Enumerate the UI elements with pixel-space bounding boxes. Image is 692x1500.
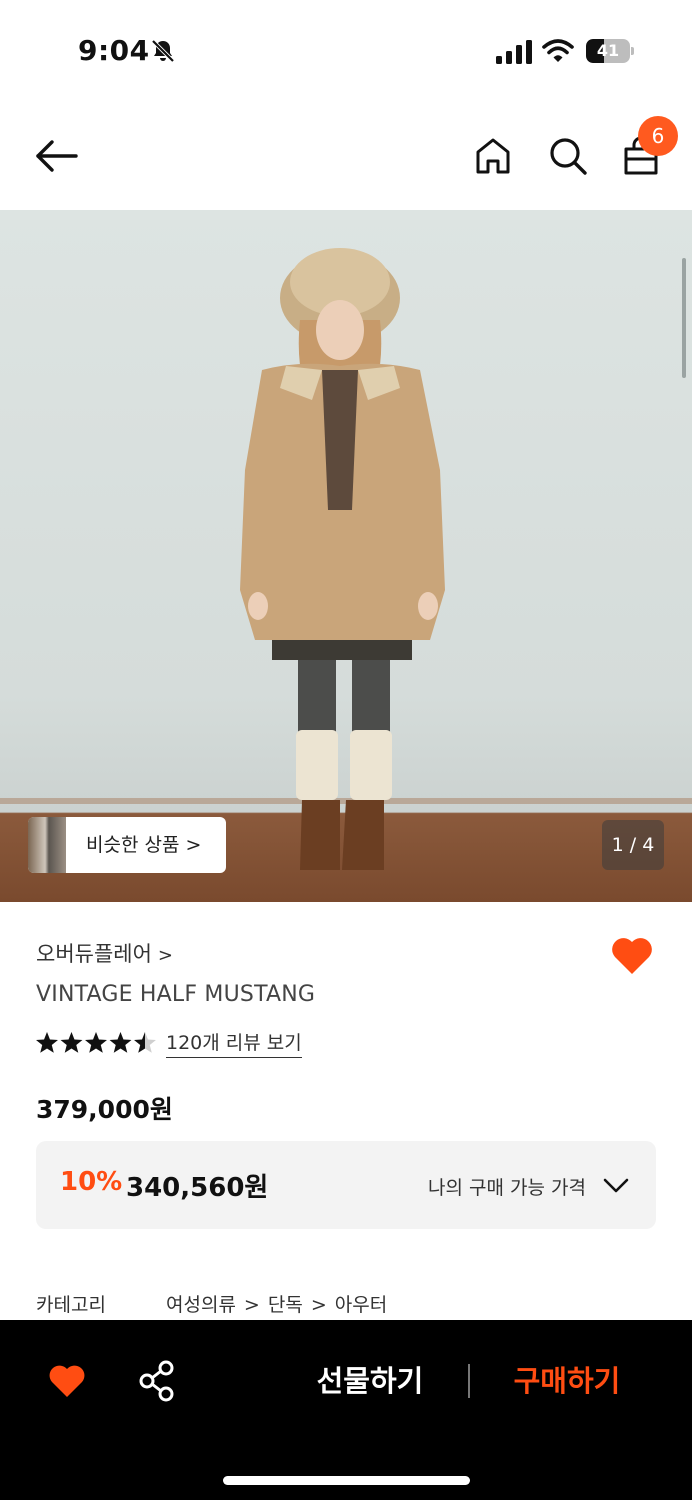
category-label: 카테고리 (36, 1294, 106, 1316)
bottom-action-bar: 선물하기 구매하기 (0, 1320, 692, 1500)
similar-products-button[interactable]: 비슷한 상품 > (28, 817, 226, 873)
gift-button[interactable]: 선물하기 (300, 1358, 440, 1404)
model-photo (0, 248, 692, 870)
share-icon[interactable] (138, 1360, 176, 1402)
similar-product-thumbnail (28, 817, 66, 873)
wishlist-heart-icon[interactable] (610, 936, 654, 976)
top-navigation (0, 100, 692, 210)
divider (468, 1364, 470, 1398)
wifi-icon (542, 39, 574, 62)
bell-slash-icon (151, 39, 175, 63)
image-counter: 1 / 4 (602, 820, 664, 870)
category-level-3[interactable]: 아우터 (335, 1294, 387, 1316)
cart-count-badge: 6 (638, 116, 678, 156)
discount-price: 340,560원 (126, 1173, 269, 1203)
heart-icon[interactable] (48, 1364, 86, 1398)
product-image[interactable] (0, 210, 692, 902)
cellular-signal-icon (496, 40, 532, 64)
search-icon[interactable] (548, 136, 588, 176)
battery-icon: 41 (586, 39, 634, 63)
back-arrow-icon[interactable] (30, 134, 80, 178)
brand-link[interactable]: 오버듀플레어 > (36, 938, 173, 968)
chevron-right-icon: > (243, 1294, 260, 1316)
buy-button[interactable]: 구매하기 (494, 1358, 640, 1404)
status-time: 9:04 (78, 34, 150, 67)
product-name: VINTAGE HALF MUSTANG (36, 982, 316, 1007)
scroll-indicator[interactable] (682, 258, 686, 378)
brand-name: 오버듀플레어 (36, 942, 152, 966)
star-rating (36, 1032, 156, 1053)
chevron-right-icon: > (310, 1294, 327, 1316)
review-link[interactable]: 120개 리뷰 보기 (166, 1028, 302, 1058)
chevron-down-icon (603, 1178, 629, 1193)
star-icon (85, 1032, 107, 1053)
my-price-label: 나의 구매 가능 가격 (428, 1177, 586, 1199)
category-level-2[interactable]: 단독 (268, 1294, 303, 1316)
battery-level-text: 41 (596, 41, 620, 60)
status-bar: 9:04 41 (0, 0, 692, 100)
chevron-right-icon: > (157, 945, 174, 966)
original-price: 379,000원 (36, 1095, 173, 1124)
star-icon (36, 1032, 58, 1053)
category-level-1[interactable]: 여성의류 (166, 1294, 236, 1316)
star-icon (109, 1032, 132, 1053)
my-price-dropdown[interactable]: 10% 340,560원 나의 구매 가능 가격 (36, 1141, 656, 1229)
home-icon[interactable] (474, 136, 512, 176)
home-indicator[interactable] (223, 1476, 470, 1485)
discount-rate: 10% (60, 1167, 123, 1197)
similar-products-label: 비슷한 상품 > (86, 834, 202, 856)
star-icon (60, 1032, 83, 1053)
category-breadcrumb: 여성의류 > 단독 > 아우터 (166, 1290, 387, 1317)
